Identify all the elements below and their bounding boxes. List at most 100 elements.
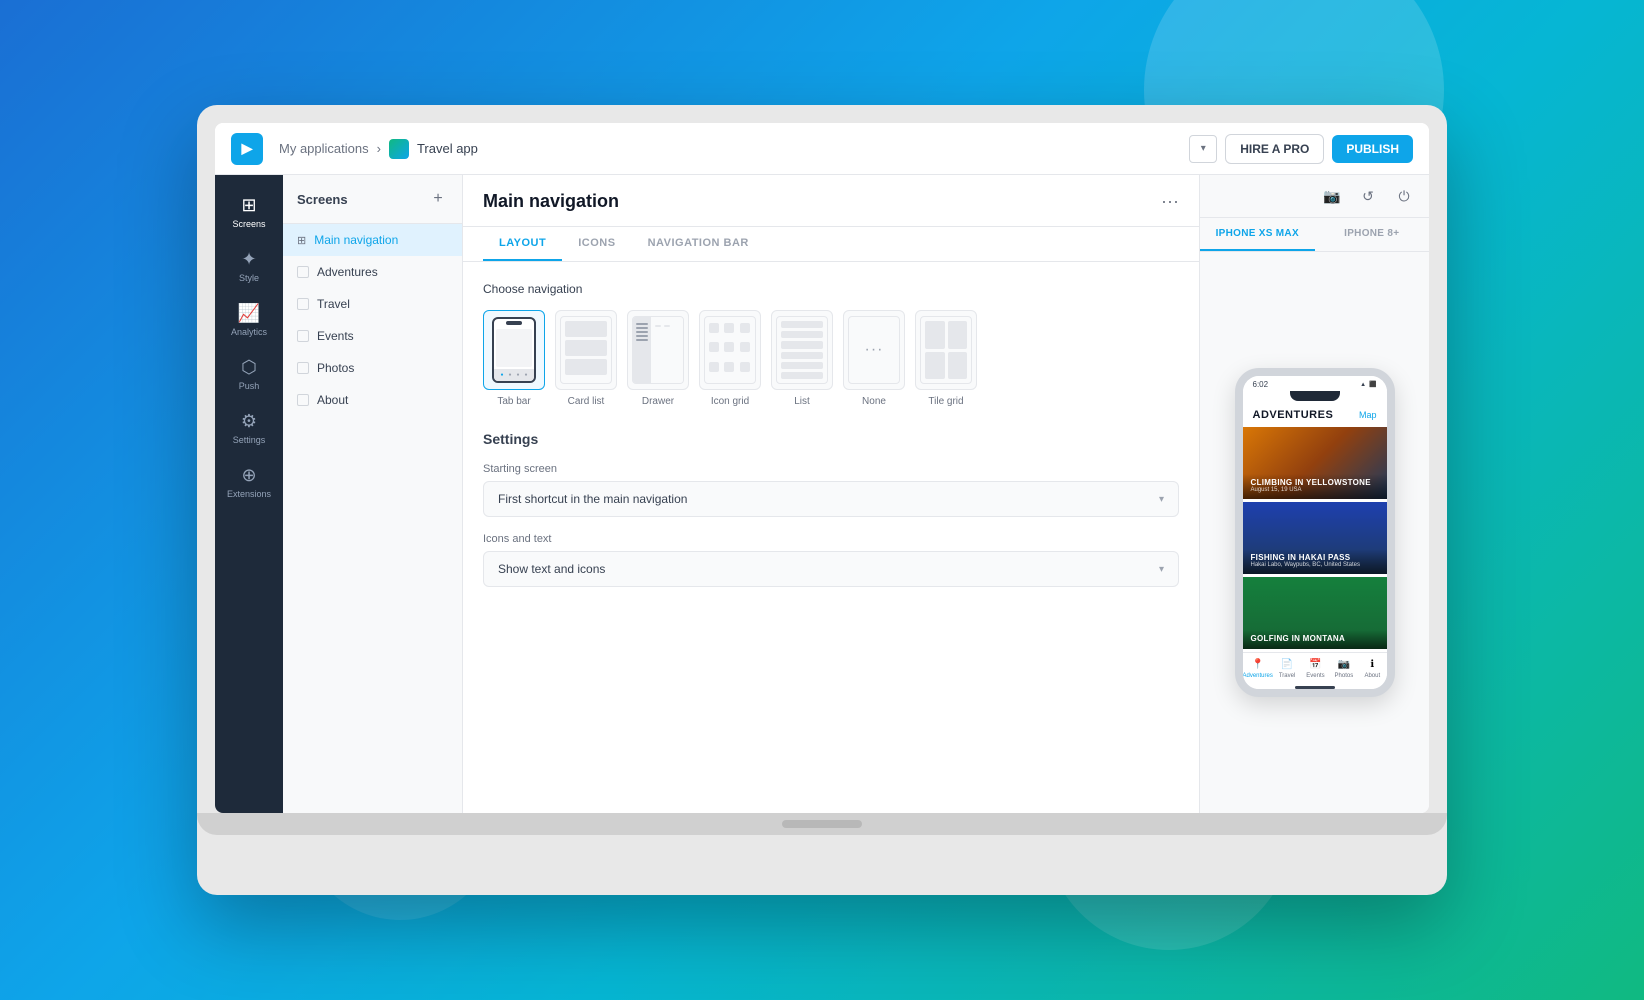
phone-status-bar: 6:02 ▲ ⬛	[1243, 376, 1387, 391]
phone-mockup: 6:02 ▲ ⬛ ADVENTURES Map	[1235, 368, 1395, 697]
card-title-fishing: FISHING IN HAKAI PASS	[1251, 553, 1379, 562]
nav-option-icon-grid[interactable]: Icon grid	[699, 310, 761, 407]
content-tabs: LAYOUT ICONS NAVIGATION BAR	[463, 227, 1199, 262]
screen-label-main-navigation: Main navigation	[314, 233, 398, 247]
sidebar-label-extensions: Extensions	[227, 489, 271, 499]
screen-checkbox-events	[297, 330, 309, 342]
screen-item-travel[interactable]: Travel	[283, 288, 462, 320]
preview-toolbar: 📷 ↺ ⏻	[1200, 175, 1429, 218]
sidebar-label-push: Push	[239, 381, 260, 391]
phone-nav-item-adventures[interactable]: 📍 Adventures	[1243, 657, 1273, 679]
phone-home-indicator	[1243, 685, 1387, 689]
screen-item-main-navigation[interactable]: ⊞ Main navigation	[283, 224, 462, 256]
sidebar-item-screens[interactable]: ⊞ Screens	[221, 187, 277, 237]
sidebar-item-push[interactable]: ⬡ Push	[221, 349, 277, 399]
tab-bar-phone-illus: ● ● ● ●	[492, 317, 536, 383]
screen-item-events[interactable]: Events	[283, 320, 462, 352]
phone-nav-label-photos: Photos	[1335, 673, 1354, 679]
icons-text-arrow: ▾	[1159, 564, 1164, 575]
sidebar-item-style[interactable]: ✦ Style	[221, 241, 277, 291]
screen-checkbox-adventures	[297, 266, 309, 278]
breadcrumb-current: Travel app	[417, 141, 478, 156]
nav-option-drawer[interactable]: Drawer	[627, 310, 689, 407]
choose-navigation-label: Choose navigation	[483, 282, 1179, 296]
dropdown-button[interactable]: ▾	[1189, 135, 1217, 163]
screen-item-about[interactable]: About	[283, 384, 462, 416]
card-overlay-fishing: FISHING IN HAKAI PASS Hakai Labo, Waypub…	[1243, 549, 1387, 574]
breadcrumb: My applications › Travel app	[279, 139, 478, 159]
publish-button[interactable]: PUBLISH	[1332, 135, 1413, 163]
laptop-notch	[782, 820, 862, 828]
icons-text-label: Icons and text	[483, 533, 1179, 545]
screen-label-about: About	[317, 393, 348, 407]
content-body: Choose navigation ● ●	[463, 262, 1199, 813]
starting-screen-group: Starting screen First shortcut in the ma…	[483, 463, 1179, 517]
phone-nav-item-travel[interactable]: 📄 Travel	[1273, 657, 1301, 679]
screen-label-adventures: Adventures	[317, 265, 378, 279]
phone-screen: ADVENTURES Map CLIMBING IN YELLOWSTONE A…	[1243, 401, 1387, 689]
content-header: Main navigation ···	[463, 175, 1199, 227]
sidebar-label-style: Style	[239, 273, 259, 283]
nav-option-card-list[interactable]: Card list	[555, 310, 617, 407]
phone-app-map[interactable]: Map	[1359, 410, 1377, 420]
content-menu-dots[interactable]: ···	[1161, 191, 1179, 226]
screens-panel-title: Screens	[297, 192, 348, 207]
topbar-actions: ▾ HIRE A PRO PUBLISH	[1189, 134, 1413, 164]
starting-screen-select[interactable]: First shortcut in the main navigation ▾	[483, 481, 1179, 517]
settings-title: Settings	[483, 431, 1179, 447]
extensions-icon: ⊕	[241, 465, 256, 486]
add-screen-button[interactable]: +	[428, 189, 448, 209]
phone-nav-item-about[interactable]: ℹ About	[1358, 657, 1386, 679]
screen-item-photos[interactable]: Photos	[283, 352, 462, 384]
phone-nav-item-events[interactable]: 📅 Events	[1301, 657, 1329, 679]
sidebar-item-settings[interactable]: ⚙ Settings	[221, 403, 277, 453]
screens-icon: ⊞	[241, 195, 256, 216]
screen-checkbox-travel	[297, 298, 309, 310]
nav-option-tab-bar[interactable]: ● ● ● ● Tab bar	[483, 310, 545, 407]
power-icon[interactable]: ⏻	[1393, 185, 1415, 207]
nav-option-tile-grid[interactable]: Tile grid	[915, 310, 977, 407]
laptop-frame: ▶ My applications › Travel app ▾ HIRE A …	[197, 105, 1447, 895]
tab-layout[interactable]: LAYOUT	[483, 227, 562, 261]
nav-option-box-none: ···	[843, 310, 905, 390]
screens-header: Screens +	[283, 175, 462, 224]
screen-checkbox-about	[297, 394, 309, 406]
preview-panel: 📷 ↺ ⏻ IPHONE XS MAX IPHONE 8+ 6:02 ▲	[1199, 175, 1429, 813]
adventure-card-fishing[interactable]: FISHING IN HAKAI PASS Hakai Labo, Waypub…	[1243, 502, 1387, 574]
app-logo[interactable]: ▶	[231, 133, 263, 165]
hire-pro-button[interactable]: HIRE A PRO	[1225, 134, 1324, 164]
sidebar-item-extensions[interactable]: ⊕ Extensions	[221, 457, 277, 507]
breadcrumb-separator: ›	[377, 141, 381, 156]
phone-nav-item-photos[interactable]: 📷 Photos	[1330, 657, 1358, 679]
main-layout: ⊞ Screens ✦ Style 📈 Analytics ⬡ Push ⚙	[215, 175, 1429, 813]
preview-device-tabs: IPHONE XS MAX IPHONE 8+	[1200, 218, 1429, 252]
adventure-card-golf[interactable]: GOLFING IN MONTANA	[1243, 577, 1387, 649]
nav-option-box-tab-bar: ● ● ● ●	[483, 310, 545, 390]
nav-option-label-card-list: Card list	[568, 396, 605, 407]
nav-option-none[interactable]: ··· None	[843, 310, 905, 407]
nav-option-list[interactable]: List	[771, 310, 833, 407]
screen-item-adventures[interactable]: Adventures	[283, 256, 462, 288]
tab-icons[interactable]: ICONS	[562, 227, 631, 261]
sidebar-item-analytics[interactable]: 📈 Analytics	[221, 295, 277, 345]
nav-option-box-list	[771, 310, 833, 390]
device-tab-iphone-xs-max[interactable]: IPHONE XS MAX	[1200, 218, 1315, 251]
tab-navigation-bar[interactable]: NAVIGATION BAR	[632, 227, 765, 261]
phone-nav-label-about: About	[1364, 673, 1380, 679]
phone-notch	[1290, 391, 1340, 401]
breadcrumb-parent[interactable]: My applications	[279, 141, 369, 156]
nav-options: ● ● ● ● Tab bar	[483, 310, 1179, 407]
phone-mockup-container: 6:02 ▲ ⬛ ADVENTURES Map	[1200, 252, 1429, 813]
nav-option-box-icon-grid	[699, 310, 761, 390]
refresh-icon[interactable]: ↺	[1357, 185, 1379, 207]
screenshot-icon[interactable]: 📷	[1321, 185, 1343, 207]
adventure-card-climbing[interactable]: CLIMBING IN YELLOWSTONE August 15, 19 US…	[1243, 427, 1387, 499]
icons-text-select[interactable]: Show text and icons ▾	[483, 551, 1179, 587]
nav-option-box-drawer	[627, 310, 689, 390]
phone-nav-icon-about: ℹ	[1365, 657, 1379, 671]
screen-label-travel: Travel	[317, 297, 350, 311]
card-overlay-climbing: CLIMBING IN YELLOWSTONE August 15, 19 US…	[1243, 474, 1387, 499]
starting-screen-label: Starting screen	[483, 463, 1179, 475]
nav-option-label-drawer: Drawer	[642, 396, 674, 407]
device-tab-iphone-8plus[interactable]: IPHONE 8+	[1315, 218, 1430, 251]
